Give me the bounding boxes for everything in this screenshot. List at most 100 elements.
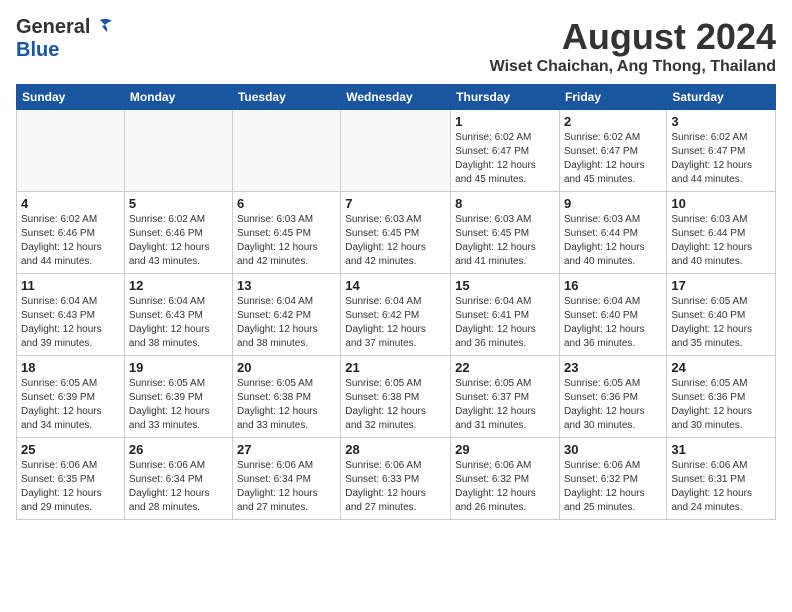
header-thursday: Thursday <box>451 85 560 110</box>
day-cell: 30 Sunrise: 6:06 AM Sunset: 6:32 PM Dayli… <box>560 438 667 520</box>
day-info: Sunrise: 6:06 AM Sunset: 6:33 PM Dayligh… <box>345 459 446 515</box>
day-cell: 4Sunrise: 6:02 AM Sunset: 6:46 PM Daylig… <box>17 192 125 274</box>
day-cell: 16Sunrise: 6:04 AM Sunset: 6:40 PM Dayli… <box>560 274 667 356</box>
day-info: Sunrise: 6:04 AM Sunset: 6:43 PM Dayligh… <box>129 295 228 351</box>
day-number: 24 <box>671 360 771 375</box>
day-cell: 21 Sunrise: 6:05 AM Sunset: 6:38 PM Dayli… <box>341 356 451 438</box>
day-cell: 22 Sunrise: 6:05 AM Sunset: 6:37 PM Dayli… <box>451 356 560 438</box>
week-row-1: 1 Sunrise: 6:02 AM Sunset: 6:47 PM Daylig… <box>17 110 776 192</box>
day-cell: 29 Sunrise: 6:06 AM Sunset: 6:32 PM Dayli… <box>451 438 560 520</box>
day-cell: 14 Sunrise: 6:04 AM Sunset: 6:42 PM Dayli… <box>341 274 451 356</box>
day-number: 8 <box>455 196 555 211</box>
day-number: 21 <box>345 360 446 375</box>
day-number: 10 <box>671 196 771 211</box>
day-cell: 7 Sunrise: 6:03 AM Sunset: 6:45 PM Daylig… <box>341 192 451 274</box>
day-info: Sunrise: 6:06 AM Sunset: 6:35 PM Dayligh… <box>21 459 120 515</box>
day-info: Sunrise: 6:05 AM Sunset: 6:36 PM Dayligh… <box>564 377 662 433</box>
calendar-table: SundayMondayTuesdayWednesdayThursdayFrid… <box>16 84 776 520</box>
day-info: Sunrise: 6:05 AM Sunset: 6:38 PM Dayligh… <box>237 377 336 433</box>
day-info: Sunrise: 6:02 AM Sunset: 6:46 PM Dayligh… <box>21 213 120 269</box>
day-cell: 13 Sunrise: 6:04 AM Sunset: 6:42 PM Dayli… <box>232 274 340 356</box>
day-info: Sunrise: 6:04 AM Sunset: 6:42 PM Dayligh… <box>237 295 336 351</box>
day-cell <box>124 110 232 192</box>
title-area: August 2024 Wiset Chaichan, Ang Thong, T… <box>490 16 776 76</box>
day-cell <box>17 110 125 192</box>
day-info: Sunrise: 6:02 AM Sunset: 6:47 PM Dayligh… <box>455 131 555 187</box>
day-cell: 10 Sunrise: 6:03 AM Sunset: 6:44 PM Dayli… <box>667 192 776 274</box>
day-number: 17 <box>671 278 771 293</box>
logo: General Blue <box>16 16 114 62</box>
logo-bird-icon <box>92 16 114 38</box>
header-wednesday: Wednesday <box>341 85 451 110</box>
day-number: 15 <box>455 278 555 293</box>
day-number: 7 <box>345 196 446 211</box>
day-cell: 18 Sunrise: 6:05 AM Sunset: 6:39 PM Dayli… <box>17 356 125 438</box>
day-cell: 6 Sunrise: 6:03 AM Sunset: 6:45 PM Daylig… <box>232 192 340 274</box>
day-number: 28 <box>345 442 446 457</box>
day-number: 9 <box>564 196 662 211</box>
header-sunday: Sunday <box>17 85 125 110</box>
week-row-3: 11 Sunrise: 6:04 AM Sunset: 6:43 PM Dayli… <box>17 274 776 356</box>
day-cell: 15 Sunrise: 6:04 AM Sunset: 6:41 PM Dayli… <box>451 274 560 356</box>
day-info: Sunrise: 6:03 AM Sunset: 6:44 PM Dayligh… <box>564 213 662 269</box>
day-info: Sunrise: 6:04 AM Sunset: 6:42 PM Dayligh… <box>345 295 446 351</box>
day-cell: 9 Sunrise: 6:03 AM Sunset: 6:44 PM Daylig… <box>560 192 667 274</box>
day-number: 11 <box>21 278 120 293</box>
day-info: Sunrise: 6:05 AM Sunset: 6:39 PM Dayligh… <box>21 377 120 433</box>
day-info: Sunrise: 6:02 AM Sunset: 6:46 PM Dayligh… <box>129 213 228 269</box>
day-info: Sunrise: 6:03 AM Sunset: 6:45 PM Dayligh… <box>455 213 555 269</box>
day-info: Sunrise: 6:04 AM Sunset: 6:43 PM Dayligh… <box>21 295 120 351</box>
day-number: 6 <box>237 196 336 211</box>
day-number: 16 <box>564 278 662 293</box>
header-tuesday: Tuesday <box>232 85 340 110</box>
day-number: 1 <box>455 114 555 129</box>
day-cell: 3Sunrise: 6:02 AM Sunset: 6:47 PM Daylig… <box>667 110 776 192</box>
day-number: 29 <box>455 442 555 457</box>
day-cell: 12 Sunrise: 6:04 AM Sunset: 6:43 PM Dayli… <box>124 274 232 356</box>
day-info: Sunrise: 6:05 AM Sunset: 6:36 PM Dayligh… <box>671 377 771 433</box>
day-cell: 19 Sunrise: 6:05 AM Sunset: 6:39 PM Dayli… <box>124 356 232 438</box>
day-cell: 28 Sunrise: 6:06 AM Sunset: 6:33 PM Dayli… <box>341 438 451 520</box>
day-cell: 23 Sunrise: 6:05 AM Sunset: 6:36 PM Dayli… <box>560 356 667 438</box>
location-subtitle: Wiset Chaichan, Ang Thong, Thailand <box>490 58 776 76</box>
day-info: Sunrise: 6:03 AM Sunset: 6:44 PM Dayligh… <box>671 213 771 269</box>
day-number: 31 <box>671 442 771 457</box>
day-number: 22 <box>455 360 555 375</box>
day-cell: 2Sunrise: 6:02 AM Sunset: 6:47 PM Daylig… <box>560 110 667 192</box>
day-info: Sunrise: 6:05 AM Sunset: 6:39 PM Dayligh… <box>129 377 228 433</box>
week-row-2: 4Sunrise: 6:02 AM Sunset: 6:46 PM Daylig… <box>17 192 776 274</box>
day-info: Sunrise: 6:06 AM Sunset: 6:34 PM Dayligh… <box>129 459 228 515</box>
header: General Blue August 2024 Wiset Chaichan,… <box>16 16 776 76</box>
day-info: Sunrise: 6:06 AM Sunset: 6:32 PM Dayligh… <box>564 459 662 515</box>
day-number: 13 <box>237 278 336 293</box>
day-info: Sunrise: 6:04 AM Sunset: 6:41 PM Dayligh… <box>455 295 555 351</box>
logo-blue: Blue <box>16 39 59 61</box>
day-cell <box>341 110 451 192</box>
day-number: 26 <box>129 442 228 457</box>
day-number: 14 <box>345 278 446 293</box>
day-info: Sunrise: 6:05 AM Sunset: 6:38 PM Dayligh… <box>345 377 446 433</box>
day-cell: 20 Sunrise: 6:05 AM Sunset: 6:38 PM Dayli… <box>232 356 340 438</box>
day-number: 27 <box>237 442 336 457</box>
day-info: Sunrise: 6:06 AM Sunset: 6:32 PM Dayligh… <box>455 459 555 515</box>
day-number: 18 <box>21 360 120 375</box>
day-cell: 31Sunrise: 6:06 AM Sunset: 6:31 PM Dayli… <box>667 438 776 520</box>
day-cell <box>232 110 340 192</box>
day-number: 23 <box>564 360 662 375</box>
day-number: 20 <box>237 360 336 375</box>
week-row-5: 25Sunrise: 6:06 AM Sunset: 6:35 PM Dayli… <box>17 438 776 520</box>
day-number: 30 <box>564 442 662 457</box>
day-number: 3 <box>671 114 771 129</box>
day-cell: 25Sunrise: 6:06 AM Sunset: 6:35 PM Dayli… <box>17 438 125 520</box>
day-info: Sunrise: 6:03 AM Sunset: 6:45 PM Dayligh… <box>345 213 446 269</box>
day-cell: 27Sunrise: 6:06 AM Sunset: 6:34 PM Dayli… <box>232 438 340 520</box>
day-cell: 11 Sunrise: 6:04 AM Sunset: 6:43 PM Dayli… <box>17 274 125 356</box>
day-cell: 5Sunrise: 6:02 AM Sunset: 6:46 PM Daylig… <box>124 192 232 274</box>
day-info: Sunrise: 6:05 AM Sunset: 6:37 PM Dayligh… <box>455 377 555 433</box>
day-cell: 26 Sunrise: 6:06 AM Sunset: 6:34 PM Dayli… <box>124 438 232 520</box>
day-info: Sunrise: 6:05 AM Sunset: 6:40 PM Dayligh… <box>671 295 771 351</box>
day-number: 19 <box>129 360 228 375</box>
day-info: Sunrise: 6:03 AM Sunset: 6:45 PM Dayligh… <box>237 213 336 269</box>
day-number: 12 <box>129 278 228 293</box>
calendar-header-row: SundayMondayTuesdayWednesdayThursdayFrid… <box>17 85 776 110</box>
